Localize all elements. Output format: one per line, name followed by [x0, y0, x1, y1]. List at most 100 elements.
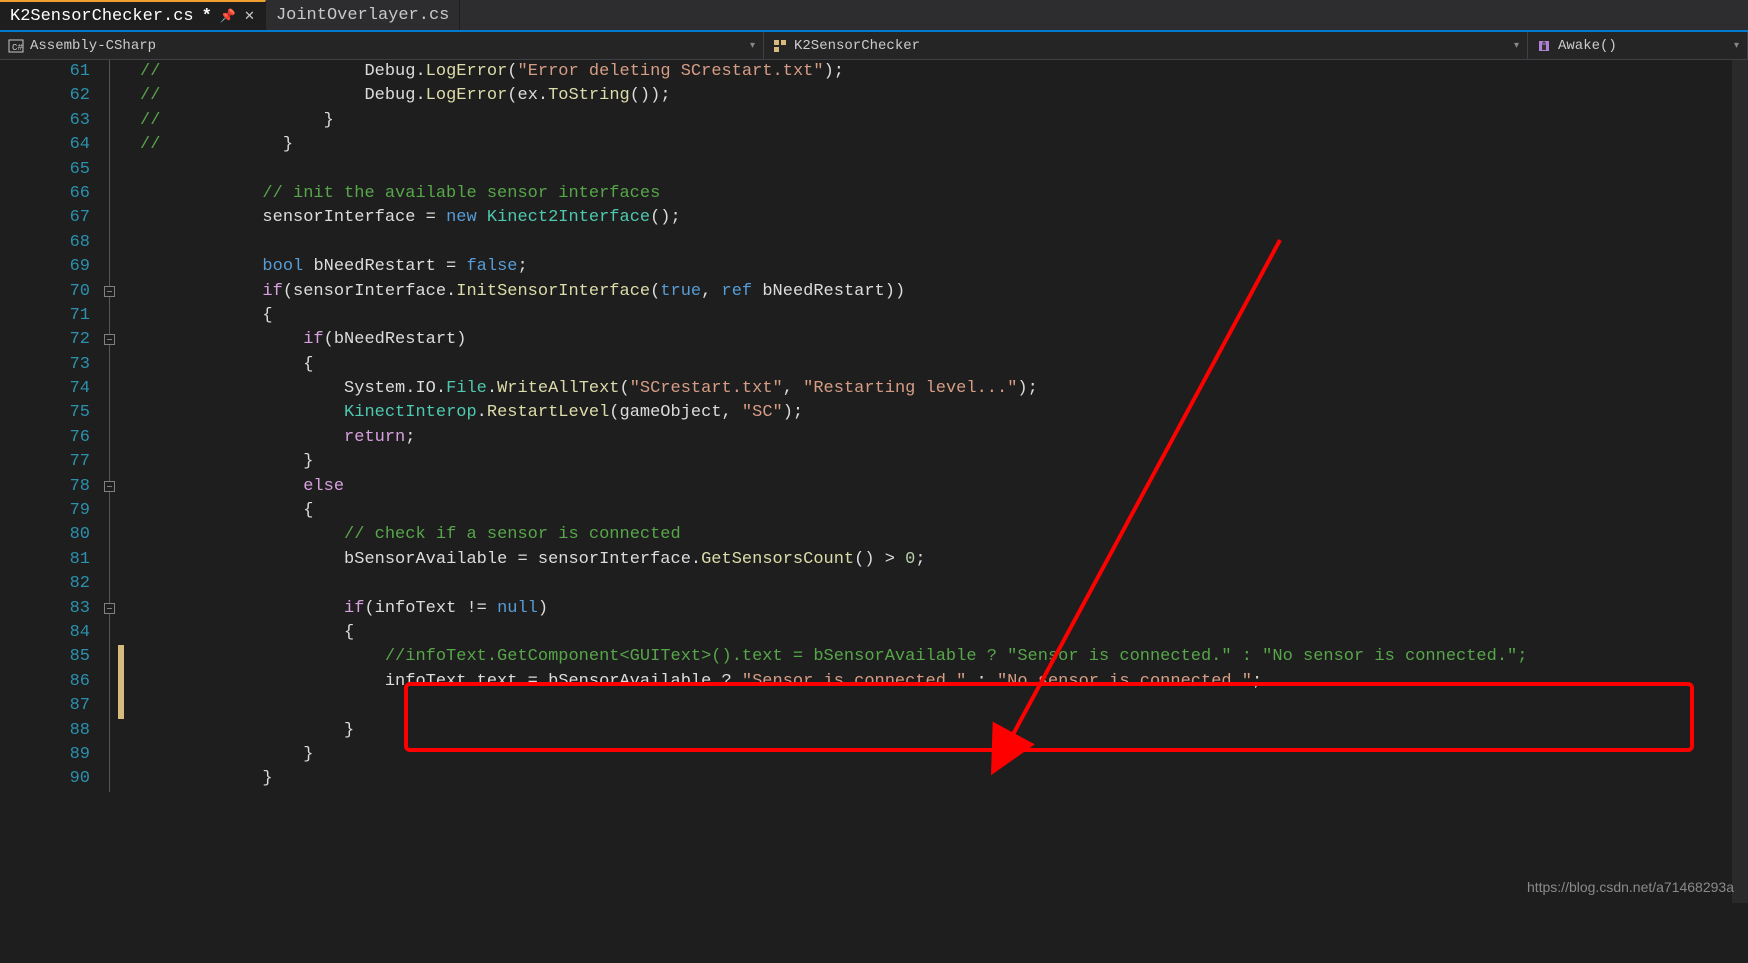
- line-number: 72: [0, 328, 90, 352]
- code-line[interactable]: if(sensorInterface.InitSensorInterface(t…: [140, 280, 1748, 304]
- fold-margin-row: [100, 426, 140, 450]
- fold-margin-row: [100, 328, 140, 352]
- breadcrumb-project[interactable]: C# Assembly-CSharp ▾: [0, 32, 764, 59]
- breadcrumb-bar: C# Assembly-CSharp ▾ K2SensorChecker ▾ A…: [0, 32, 1748, 60]
- fold-margin-row: [100, 377, 140, 401]
- code-line[interactable]: //infoText.GetComponent<GUIText>().text …: [140, 645, 1748, 669]
- code-line[interactable]: }: [140, 719, 1748, 743]
- code-editor[interactable]: 6162636465666768697071727374757677787980…: [0, 60, 1748, 903]
- fold-margin-row: [100, 60, 140, 84]
- line-number: 66: [0, 182, 90, 206]
- code-line[interactable]: // }: [140, 133, 1748, 157]
- fold-margin-row: [100, 280, 140, 304]
- code-line[interactable]: System.IO.File.WriteAllText("SCrestart.t…: [140, 377, 1748, 401]
- fold-margin-row: [100, 621, 140, 645]
- chevron-down-icon: ▾: [1734, 40, 1739, 52]
- line-number: 80: [0, 523, 90, 547]
- tab-label: K2SensorChecker.cs: [10, 7, 194, 26]
- method-private-icon: [1536, 38, 1552, 54]
- line-number: 69: [0, 255, 90, 279]
- code-line[interactable]: // Debug.LogError("Error deleting SCrest…: [140, 60, 1748, 84]
- pin-icon[interactable]: 📌: [220, 9, 236, 24]
- fold-margin-row: [100, 450, 140, 474]
- code-line[interactable]: [140, 231, 1748, 255]
- fold-margin-row: [100, 767, 140, 791]
- code-line[interactable]: // }: [140, 109, 1748, 133]
- fold-margin-row: [100, 694, 140, 718]
- chevron-down-icon: ▾: [1514, 40, 1519, 52]
- code-line[interactable]: infoText.text = bSensorAvailable ? "Sens…: [140, 670, 1748, 694]
- breadcrumb-method[interactable]: Awake() ▾: [1528, 32, 1748, 59]
- fold-margin-row: [100, 597, 140, 621]
- fold-toggle-icon[interactable]: [104, 603, 115, 614]
- fold-margin-row: [100, 84, 140, 108]
- code-line[interactable]: }: [140, 450, 1748, 474]
- chevron-down-icon: ▾: [750, 40, 755, 52]
- fold-margin-row: [100, 719, 140, 743]
- line-number: 74: [0, 377, 90, 401]
- code-line[interactable]: // Debug.LogError(ex.ToString());: [140, 84, 1748, 108]
- code-line[interactable]: return;: [140, 426, 1748, 450]
- code-line[interactable]: [140, 694, 1748, 718]
- fold-toggle-icon[interactable]: [104, 481, 115, 492]
- fold-margin-row: [100, 670, 140, 694]
- fold-margin-row: [100, 499, 140, 523]
- line-number: 67: [0, 206, 90, 230]
- code-line[interactable]: }: [140, 767, 1748, 791]
- code-line[interactable]: {: [140, 353, 1748, 377]
- breadcrumb-label: K2SensorChecker: [794, 38, 920, 54]
- line-number: 61: [0, 60, 90, 84]
- fold-toggle-icon[interactable]: [104, 286, 115, 297]
- line-number: 75: [0, 401, 90, 425]
- code-line[interactable]: if(bNeedRestart): [140, 328, 1748, 352]
- change-indicator: [118, 670, 124, 694]
- code-area[interactable]: // Debug.LogError("Error deleting SCrest…: [140, 60, 1748, 903]
- code-line[interactable]: KinectInterop.RestartLevel(gameObject, "…: [140, 401, 1748, 425]
- line-number: 82: [0, 572, 90, 596]
- line-number: 79: [0, 499, 90, 523]
- vertical-scrollbar[interactable]: [1732, 60, 1748, 903]
- fold-margin-row: [100, 231, 140, 255]
- code-line[interactable]: else: [140, 475, 1748, 499]
- code-line[interactable]: {: [140, 621, 1748, 645]
- fold-margin-row: [100, 523, 140, 547]
- code-line[interactable]: if(infoText != null): [140, 597, 1748, 621]
- code-line[interactable]: }: [140, 743, 1748, 767]
- line-number: 89: [0, 743, 90, 767]
- line-number: 88: [0, 719, 90, 743]
- close-icon[interactable]: ✕: [244, 9, 255, 24]
- code-line[interactable]: [140, 158, 1748, 182]
- watermark: https://blog.csdn.net/a71468293a: [1527, 879, 1734, 895]
- code-line[interactable]: {: [140, 499, 1748, 523]
- tab-active[interactable]: K2SensorChecker.cs * 📌 ✕: [0, 0, 266, 30]
- breadcrumb-label: Assembly-CSharp: [30, 38, 156, 54]
- fold-margin-row: [100, 645, 140, 669]
- code-line[interactable]: // init the available sensor interfaces: [140, 182, 1748, 206]
- line-number: 73: [0, 353, 90, 377]
- line-number: 63: [0, 109, 90, 133]
- fold-margin-row: [100, 475, 140, 499]
- line-number: 77: [0, 450, 90, 474]
- code-line[interactable]: [140, 572, 1748, 596]
- line-number: 86: [0, 670, 90, 694]
- change-indicator: [118, 645, 124, 669]
- code-line[interactable]: bool bNeedRestart = false;: [140, 255, 1748, 279]
- code-line[interactable]: sensorInterface = new Kinect2Interface()…: [140, 206, 1748, 230]
- line-number: 87: [0, 694, 90, 718]
- tab-inactive[interactable]: JointOverlayer.cs: [266, 0, 460, 30]
- fold-toggle-icon[interactable]: [104, 334, 115, 345]
- dirty-indicator: *: [202, 7, 212, 26]
- line-number: 78: [0, 475, 90, 499]
- line-number: 65: [0, 158, 90, 182]
- fold-margin-row: [100, 206, 140, 230]
- fold-margin-row: [100, 353, 140, 377]
- breadcrumb-label: Awake(): [1558, 38, 1617, 54]
- breadcrumb-class[interactable]: K2SensorChecker ▾: [764, 32, 1528, 59]
- code-line[interactable]: bSensorAvailable = sensorInterface.GetSe…: [140, 548, 1748, 572]
- line-number: 71: [0, 304, 90, 328]
- svg-text:C#: C#: [12, 43, 23, 53]
- outline-margin: [100, 60, 140, 903]
- code-line[interactable]: {: [140, 304, 1748, 328]
- csharp-project-icon: C#: [8, 38, 24, 54]
- code-line[interactable]: // check if a sensor is connected: [140, 523, 1748, 547]
